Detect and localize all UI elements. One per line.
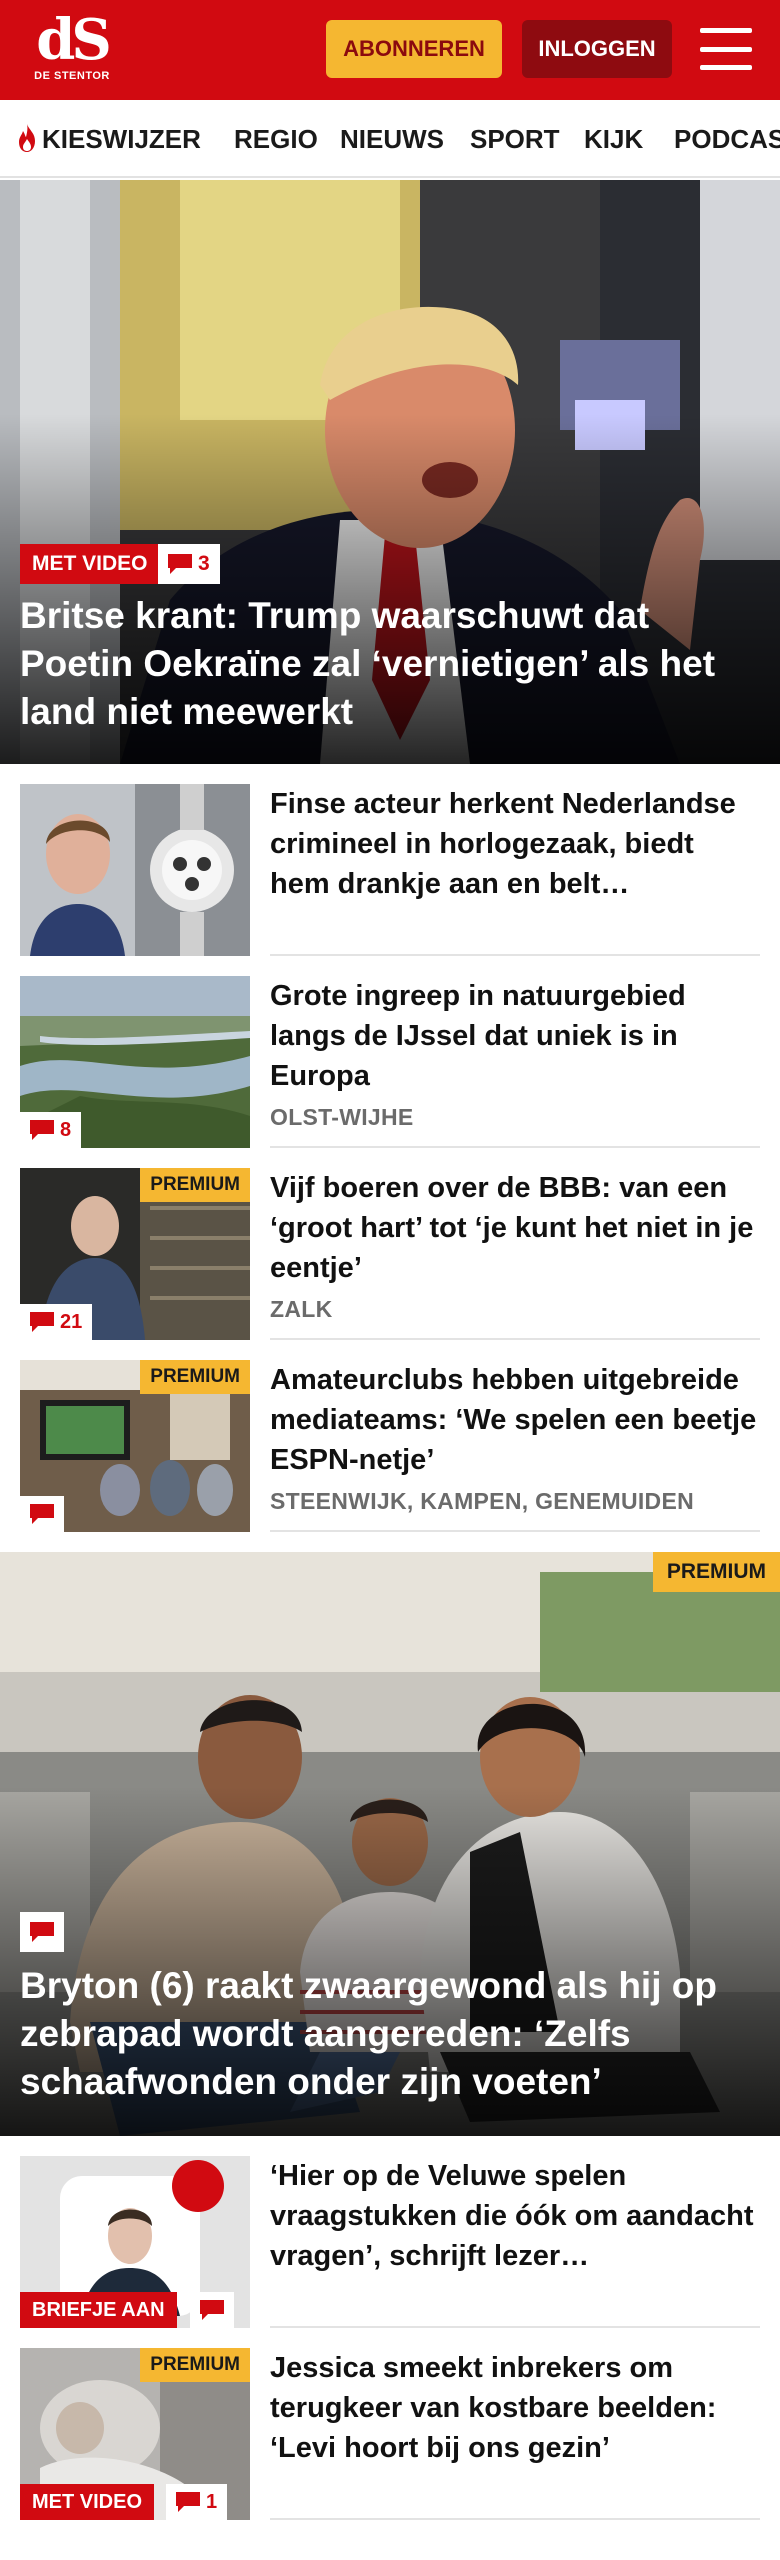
- article-title[interactable]: Amateurclubs hebben uitgebrei­de mediate…: [270, 1360, 760, 1480]
- thumbnail-image: [20, 784, 250, 956]
- comment-count-value: 21: [60, 1310, 83, 1333]
- comment-count-value: 3: [198, 552, 210, 575]
- hero-article[interactable]: PREMIUM Bryton (6) raakt zwaargewond als…: [0, 1552, 780, 2136]
- nav-label: KIESWIJZER: [42, 124, 201, 154]
- comment-icon: [30, 1120, 54, 1140]
- nav-item-nieuws[interactable]: NIEUWS: [340, 122, 444, 156]
- article-title[interactable]: Vijf boeren over de BBB: van een ‘groot …: [270, 1168, 760, 1288]
- article-title[interactable]: Grote ingreep in natuurgebied langs de I…: [270, 976, 760, 1096]
- article-title[interactable]: Jessica smeekt inbrekers om terugkeer va…: [270, 2348, 760, 2468]
- comment-count[interactable]: 21: [20, 1304, 93, 1340]
- article-thumbnail: PREMIUM MET VIDEO 1: [20, 2348, 250, 2520]
- comment-icon: [200, 2300, 224, 2320]
- article-title[interactable]: Finse acteur herkent Nederland­se crimin…: [270, 784, 760, 904]
- divider: [270, 1530, 760, 1532]
- article-item[interactable]: PREMIUM Amateurclubs hebben uitgebrei­de…: [20, 1360, 760, 1532]
- article-location: STEENWIJK, KAMPEN, GENEMUIDEN: [270, 1488, 695, 1514]
- video-tag: MET VIDEO: [20, 2484, 155, 2520]
- divider: [270, 2518, 760, 2520]
- article-thumbnail: PREMIUM 21: [20, 1168, 250, 1340]
- comment-count[interactable]: 8: [20, 1112, 82, 1148]
- logo-mark: dS: [36, 7, 112, 73]
- article-thumbnail: PREMIUM: [20, 1360, 250, 1532]
- article-item[interactable]: Finse acteur herkent Nederland­se crimin…: [20, 784, 760, 956]
- divider: [270, 1146, 760, 1148]
- divider: [270, 1338, 760, 1340]
- video-tag: MET VIDEO: [20, 544, 160, 584]
- comment-icon: [30, 1504, 54, 1524]
- nav-item-regio[interactable]: REGIO: [234, 122, 318, 156]
- comment-icon: [176, 2492, 200, 2512]
- article-title[interactable]: ‘Hier op de Veluwe spelen vraagstukken d…: [270, 2156, 760, 2276]
- article-thumbnail: 8: [20, 976, 250, 1148]
- comment-icon: [168, 554, 192, 574]
- premium-badge: PREMIUM: [140, 1168, 250, 1202]
- premium-badge: PREMIUM: [652, 1552, 780, 1592]
- article-item[interactable]: BRIEFJE AAN ‘Hier op de Veluwe spelen vr…: [20, 2156, 760, 2328]
- login-button[interactable]: INLOGGEN: [522, 20, 672, 78]
- hamburger-icon[interactable]: [700, 28, 752, 70]
- site-logo[interactable]: dS DE STENTOR: [30, 12, 114, 88]
- hero-title[interactable]: Britse krant: Trump waarschuwt dat Poeti…: [20, 592, 750, 736]
- comment-icon: [30, 1312, 54, 1332]
- nav-item-podcast[interactable]: PODCAST: [674, 122, 780, 156]
- article-item[interactable]: PREMIUM MET VIDEO 1 Jessica smeekt inbre…: [20, 2348, 760, 2520]
- article-item[interactable]: 8 Grote ingreep in natuurgebied langs de…: [20, 976, 760, 1148]
- hero-article[interactable]: MET VIDEO 3 Britse krant: Trump waarschu…: [0, 180, 780, 764]
- nav-item-sport[interactable]: SPORT: [470, 122, 560, 156]
- comment-count[interactable]: [20, 1912, 64, 1952]
- comment-count[interactable]: [20, 1496, 64, 1532]
- article-thumbnail: BRIEFJE AAN: [20, 2156, 250, 2328]
- comment-count[interactable]: 3: [158, 544, 220, 584]
- comment-icon: [30, 1922, 54, 1942]
- divider: [270, 2326, 760, 2328]
- flame-icon: [19, 124, 35, 152]
- main-navigation: KIESWIJZER REGIO NIEUWS SPORT KIJK PODCA…: [0, 100, 780, 178]
- site-header: dS DE STENTOR ABONNEREN INLOGGEN: [0, 0, 780, 100]
- premium-badge: PREMIUM: [140, 1360, 250, 1394]
- article-thumbnail: [20, 784, 250, 956]
- subscribe-button[interactable]: ABONNEREN: [326, 20, 502, 78]
- comment-count-value: 1: [206, 2490, 218, 2513]
- article-location: OLST-WIJHE: [270, 1104, 414, 1130]
- comment-count[interactable]: 1: [166, 2484, 228, 2520]
- article-item[interactable]: PREMIUM 21 Vijf boeren over de BBB: van …: [20, 1168, 760, 1340]
- comment-count-value: 8: [60, 1118, 72, 1141]
- comment-count[interactable]: [190, 2292, 234, 2328]
- premium-badge: PREMIUM: [140, 2348, 250, 2382]
- divider: [270, 954, 760, 956]
- nav-item-kieswijzer[interactable]: KIESWIJZER: [16, 122, 201, 156]
- logo-subtitle: DE STENTOR: [34, 70, 110, 82]
- article-location: ZALK: [270, 1296, 333, 1322]
- briefje-tag: BRIEFJE AAN: [20, 2292, 177, 2328]
- hero-title[interactable]: Bryton (6) raakt zwaargewond als hij op …: [20, 1962, 750, 2106]
- nav-item-kijk[interactable]: KIJK: [584, 122, 643, 156]
